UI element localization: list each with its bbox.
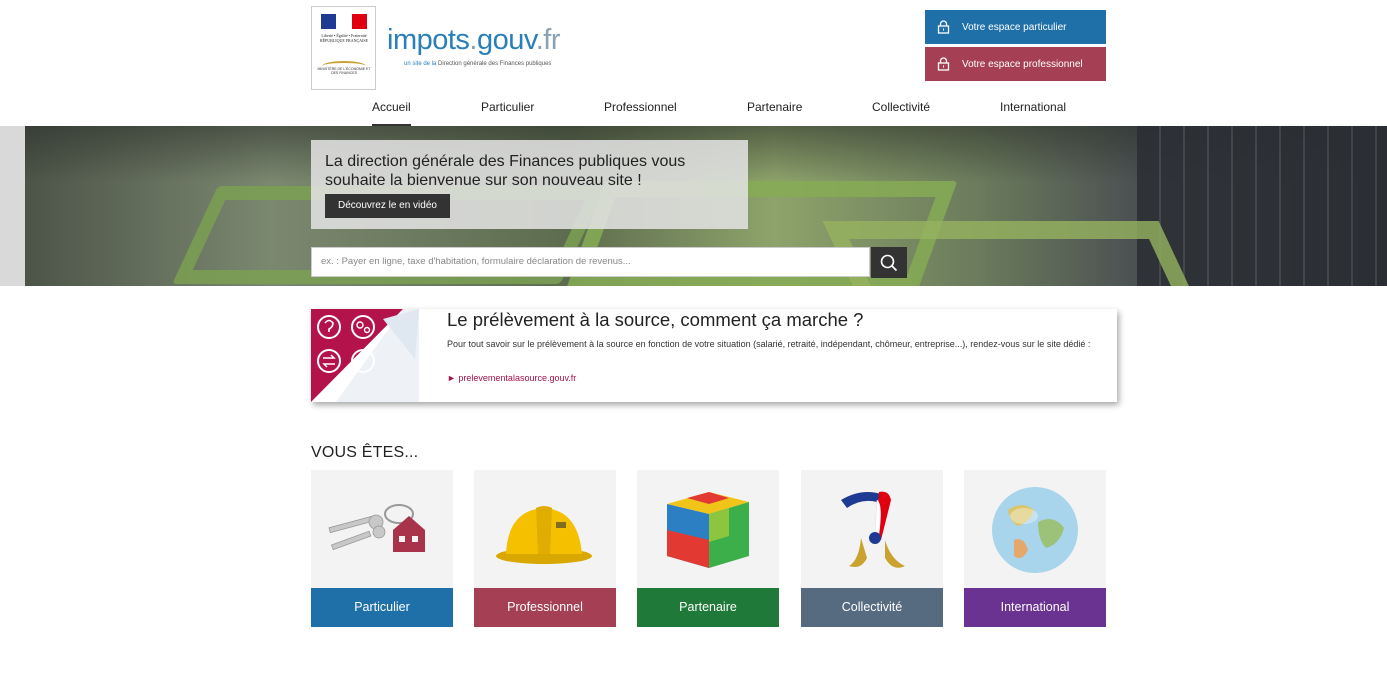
prelevement-graphic bbox=[311, 309, 419, 402]
search-button[interactable] bbox=[871, 247, 907, 278]
site-tagline: un site de la Direction générale des Fin… bbox=[404, 61, 551, 67]
lock-icon bbox=[937, 20, 950, 34]
welcome-text: La direction générale des Finances publi… bbox=[325, 153, 686, 189]
card-label-international: International bbox=[964, 588, 1106, 627]
hard-hat-icon bbox=[496, 506, 592, 564]
brand-dot: . bbox=[469, 24, 477, 56]
lock-icon bbox=[937, 57, 950, 71]
espace-professionnel-label: Votre espace professionnel bbox=[962, 58, 1083, 70]
espace-professionnel-button[interactable]: Votre espace professionnel bbox=[925, 47, 1106, 81]
card-partenaire[interactable]: Partenaire bbox=[637, 470, 779, 627]
site-brand[interactable]: impots.gouv.fr bbox=[387, 24, 561, 57]
card-label-professionnel: Professionnel bbox=[474, 588, 616, 627]
card-collectivite[interactable]: Collectivité bbox=[801, 470, 943, 627]
card-label-collectivite: Collectivité bbox=[801, 588, 943, 627]
promo-description: Pour tout savoir sur le prélèvement à la… bbox=[447, 339, 1091, 349]
card-label-partenaire: Partenaire bbox=[637, 588, 779, 627]
main-nav: Accueil Particulier Professionnel Parten… bbox=[311, 92, 1106, 127]
video-button[interactable]: Découvrez le en vidéo bbox=[325, 194, 450, 218]
rf-logo-text: Liberté • Égalité • Fraternité RÉPUBLIQU… bbox=[319, 33, 369, 43]
ministry-text: MINISTÈRE DE L'ÉCONOMIE ET DES FINANCES bbox=[317, 67, 371, 75]
card-professionnel[interactable]: Professionnel bbox=[474, 470, 616, 627]
hero-left-margin bbox=[0, 126, 25, 286]
search-input[interactable]: ex. : Payer en ligne, taxe d'habitation,… bbox=[311, 247, 870, 277]
nav-item-collectivite[interactable]: Collectivité bbox=[872, 92, 930, 124]
search-icon bbox=[880, 254, 898, 271]
espace-particulier-label: Votre espace particulier bbox=[962, 21, 1067, 33]
brand-main: impots bbox=[387, 24, 470, 56]
globe-icon bbox=[992, 487, 1078, 573]
keys-icon bbox=[328, 504, 425, 552]
espace-particulier-button[interactable]: Votre espace particulier bbox=[925, 10, 1106, 44]
brand-fr: .fr bbox=[535, 24, 561, 56]
nav-item-partenaire[interactable]: Partenaire bbox=[747, 92, 802, 124]
republique-francaise-logo[interactable]: Liberté • Égalité • Fraternité RÉPUBLIQU… bbox=[311, 6, 376, 90]
promo-title: Le prélèvement à la source, comment ça m… bbox=[447, 309, 864, 330]
welcome-box: La direction générale des Finances publi… bbox=[311, 140, 748, 229]
card-particulier[interactable]: Particulier bbox=[311, 470, 453, 627]
nav-item-international[interactable]: International bbox=[1000, 92, 1066, 124]
puzzle-cube-icon bbox=[667, 492, 749, 568]
nav-item-professionnel[interactable]: Professionnel bbox=[604, 92, 677, 124]
french-flag-icon bbox=[321, 14, 367, 29]
brand-gouv: gouv bbox=[476, 24, 536, 56]
nav-item-accueil[interactable]: Accueil bbox=[372, 92, 411, 127]
prelevement-link[interactable]: ► prelevementalasource.gouv.fr bbox=[447, 373, 576, 383]
tagline-prefix: un site de la bbox=[404, 61, 437, 67]
card-international[interactable]: International bbox=[964, 470, 1106, 627]
nav-item-particulier[interactable]: Particulier bbox=[481, 92, 534, 124]
mayor-sash-icon bbox=[841, 491, 905, 568]
card-label-particulier: Particulier bbox=[311, 588, 453, 627]
vous-etes-heading: VOUS ÊTES... bbox=[311, 444, 419, 461]
prelevement-promo[interactable]: Le prélèvement à la source, comment ça m… bbox=[311, 309, 1117, 402]
tagline-main: Direction générale des Finances publique… bbox=[438, 61, 552, 67]
